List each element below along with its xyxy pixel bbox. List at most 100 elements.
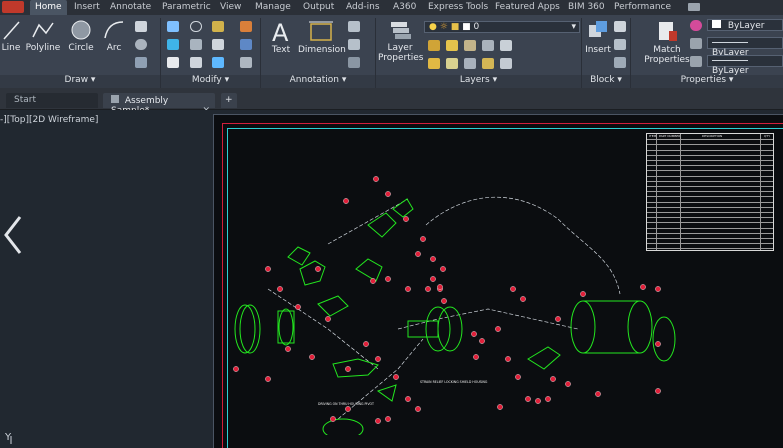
tab-annotate[interactable]: Annotate: [110, 2, 151, 12]
scale-icon[interactable]: [190, 57, 202, 68]
callout-balloon: [285, 346, 291, 352]
linetype-dropdown[interactable]: ByLayer: [707, 37, 783, 58]
circle-icon: [71, 20, 91, 40]
callout-balloon: [550, 376, 556, 382]
callout-balloon: [373, 176, 379, 182]
tab-view[interactable]: View: [220, 2, 241, 12]
move-icon[interactable]: [167, 21, 179, 32]
mirror-icon[interactable]: [190, 39, 202, 50]
copy-icon[interactable]: [167, 39, 179, 50]
offset-icon[interactable]: [240, 57, 252, 68]
dimension-icon: [309, 21, 333, 41]
layer-properties-button[interactable]: Layer Properties: [378, 19, 423, 63]
color-dropdown[interactable]: ByLayer: [707, 19, 783, 31]
block-group-label[interactable]: Block ▾: [582, 75, 630, 88]
explode-icon[interactable]: [240, 39, 252, 50]
layer-off-icon[interactable]: [464, 40, 476, 51]
edit-block-icon[interactable]: [614, 39, 626, 50]
insert-block-icon: [589, 21, 607, 37]
lock-icon: ■: [450, 22, 460, 32]
callout-balloon: [525, 396, 531, 402]
trim-icon[interactable]: [212, 21, 224, 32]
callout-balloon: [385, 276, 391, 282]
linetype-icon[interactable]: [690, 38, 702, 49]
tab-manage[interactable]: Manage: [255, 2, 291, 12]
layer-thaw-icon[interactable]: [446, 58, 458, 69]
polyline-button[interactable]: Polyline: [24, 19, 62, 53]
layer-match-icon[interactable]: [500, 40, 512, 51]
tab-assembly-sample[interactable]: Assembly Sample* ✕: [103, 93, 215, 116]
callout-balloon: [415, 406, 421, 412]
tab-addins[interactable]: Add-ins: [346, 2, 380, 12]
linetype-preview: [712, 42, 748, 43]
tab-express-tools[interactable]: Express Tools: [428, 2, 488, 12]
assembly-drawing[interactable]: DRIVING ON THRU HOUSING PIVOT STRAIN REL…: [228, 129, 773, 435]
layer-dropdown[interactable]: ● ☼ ■ ■ 0 ▾: [424, 21, 580, 33]
callout-balloon: [233, 366, 239, 372]
array-icon[interactable]: [212, 57, 224, 68]
dimension-button[interactable]: Dimension: [298, 19, 346, 55]
layer-properties-icon: [391, 22, 411, 39]
callout-balloon: [363, 341, 369, 347]
tab-a360[interactable]: A360: [393, 2, 416, 12]
drawing-viewport[interactable]: -][Top][2D Wireframe] Y ITEM PART NUMBER…: [0, 110, 783, 448]
tab-performance[interactable]: Performance: [614, 2, 671, 12]
insert-block-button[interactable]: Insert: [584, 19, 612, 55]
ribbon-minimize-icon[interactable]: [688, 3, 700, 11]
fillet-icon[interactable]: [212, 39, 224, 50]
drawing-note-pivot: DRIVING ON THRU HOUSING PIVOT: [318, 402, 374, 406]
callout-balloon: [425, 286, 431, 292]
block-attribute-icon[interactable]: [614, 57, 626, 68]
circle-label: Circle: [68, 43, 94, 53]
rotate-icon[interactable]: [190, 21, 202, 32]
leader-icon[interactable]: [348, 21, 360, 32]
callout-balloon: [441, 298, 447, 304]
sheet-margin: ITEM PART NUMBER DESCRIPTION QTY DRIVING…: [227, 128, 783, 448]
layer-freeze-icon[interactable]: [446, 40, 458, 51]
text-button[interactable]: A Text: [266, 19, 296, 55]
chevron-left-icon[interactable]: [2, 215, 24, 255]
markup-icon[interactable]: [348, 57, 360, 68]
tab-parametric[interactable]: Parametric: [162, 2, 211, 12]
callout-balloon: [370, 278, 376, 284]
layer-iso-icon[interactable]: [428, 40, 440, 51]
tab-insert[interactable]: Insert: [74, 2, 100, 12]
rectangle-icon[interactable]: [135, 21, 147, 32]
tab-featured-apps[interactable]: Featured Apps: [495, 2, 560, 12]
viewport-controls-label[interactable]: -][Top][2D Wireframe]: [0, 115, 98, 125]
lineweight-dropdown[interactable]: ByLayer: [707, 55, 783, 76]
lineweight-icon[interactable]: [690, 56, 702, 67]
tab-output[interactable]: Output: [303, 2, 334, 12]
callout-balloon: [309, 354, 315, 360]
color-wheel-icon[interactable]: [690, 20, 702, 31]
tab-bim360[interactable]: BIM 360: [568, 2, 605, 12]
lineweight-preview: [712, 60, 748, 61]
create-block-icon[interactable]: [614, 21, 626, 32]
tab-start-label: Start: [14, 95, 36, 105]
stretch-icon[interactable]: [167, 57, 179, 68]
properties-group-label[interactable]: Properties ▾: [631, 75, 783, 88]
tab-start[interactable]: Start: [6, 93, 98, 108]
layer-lock-icon[interactable]: [482, 40, 494, 51]
layer-on-icon[interactable]: [464, 58, 476, 69]
match-properties-button[interactable]: Match Properties: [644, 19, 690, 65]
layer-unisolate-icon[interactable]: [428, 58, 440, 69]
modify-group-label[interactable]: Modify ▾: [161, 75, 260, 88]
layer-previous-icon[interactable]: [500, 58, 512, 69]
circle-button[interactable]: Circle: [65, 19, 97, 53]
new-tab-button[interactable]: +: [221, 93, 237, 108]
annotation-group-label[interactable]: Annotation ▾: [261, 75, 375, 88]
sheet-border: ITEM PART NUMBER DESCRIPTION QTY DRIVING…: [222, 123, 783, 448]
tab-home[interactable]: Home: [30, 0, 67, 15]
erase-icon[interactable]: [240, 21, 252, 32]
layer-unlock-icon[interactable]: [482, 58, 494, 69]
arc-button[interactable]: Arc: [100, 19, 128, 53]
hatch-icon[interactable]: [135, 39, 147, 50]
table-icon[interactable]: [348, 39, 360, 50]
line-button[interactable]: Line: [0, 19, 22, 53]
layers-group-label[interactable]: Layers ▾: [376, 75, 581, 88]
app-menu-button[interactable]: [2, 1, 24, 13]
draw-group-label[interactable]: Draw ▾: [0, 75, 160, 88]
gradient-icon[interactable]: [135, 57, 147, 68]
callout-balloon: [495, 326, 501, 332]
